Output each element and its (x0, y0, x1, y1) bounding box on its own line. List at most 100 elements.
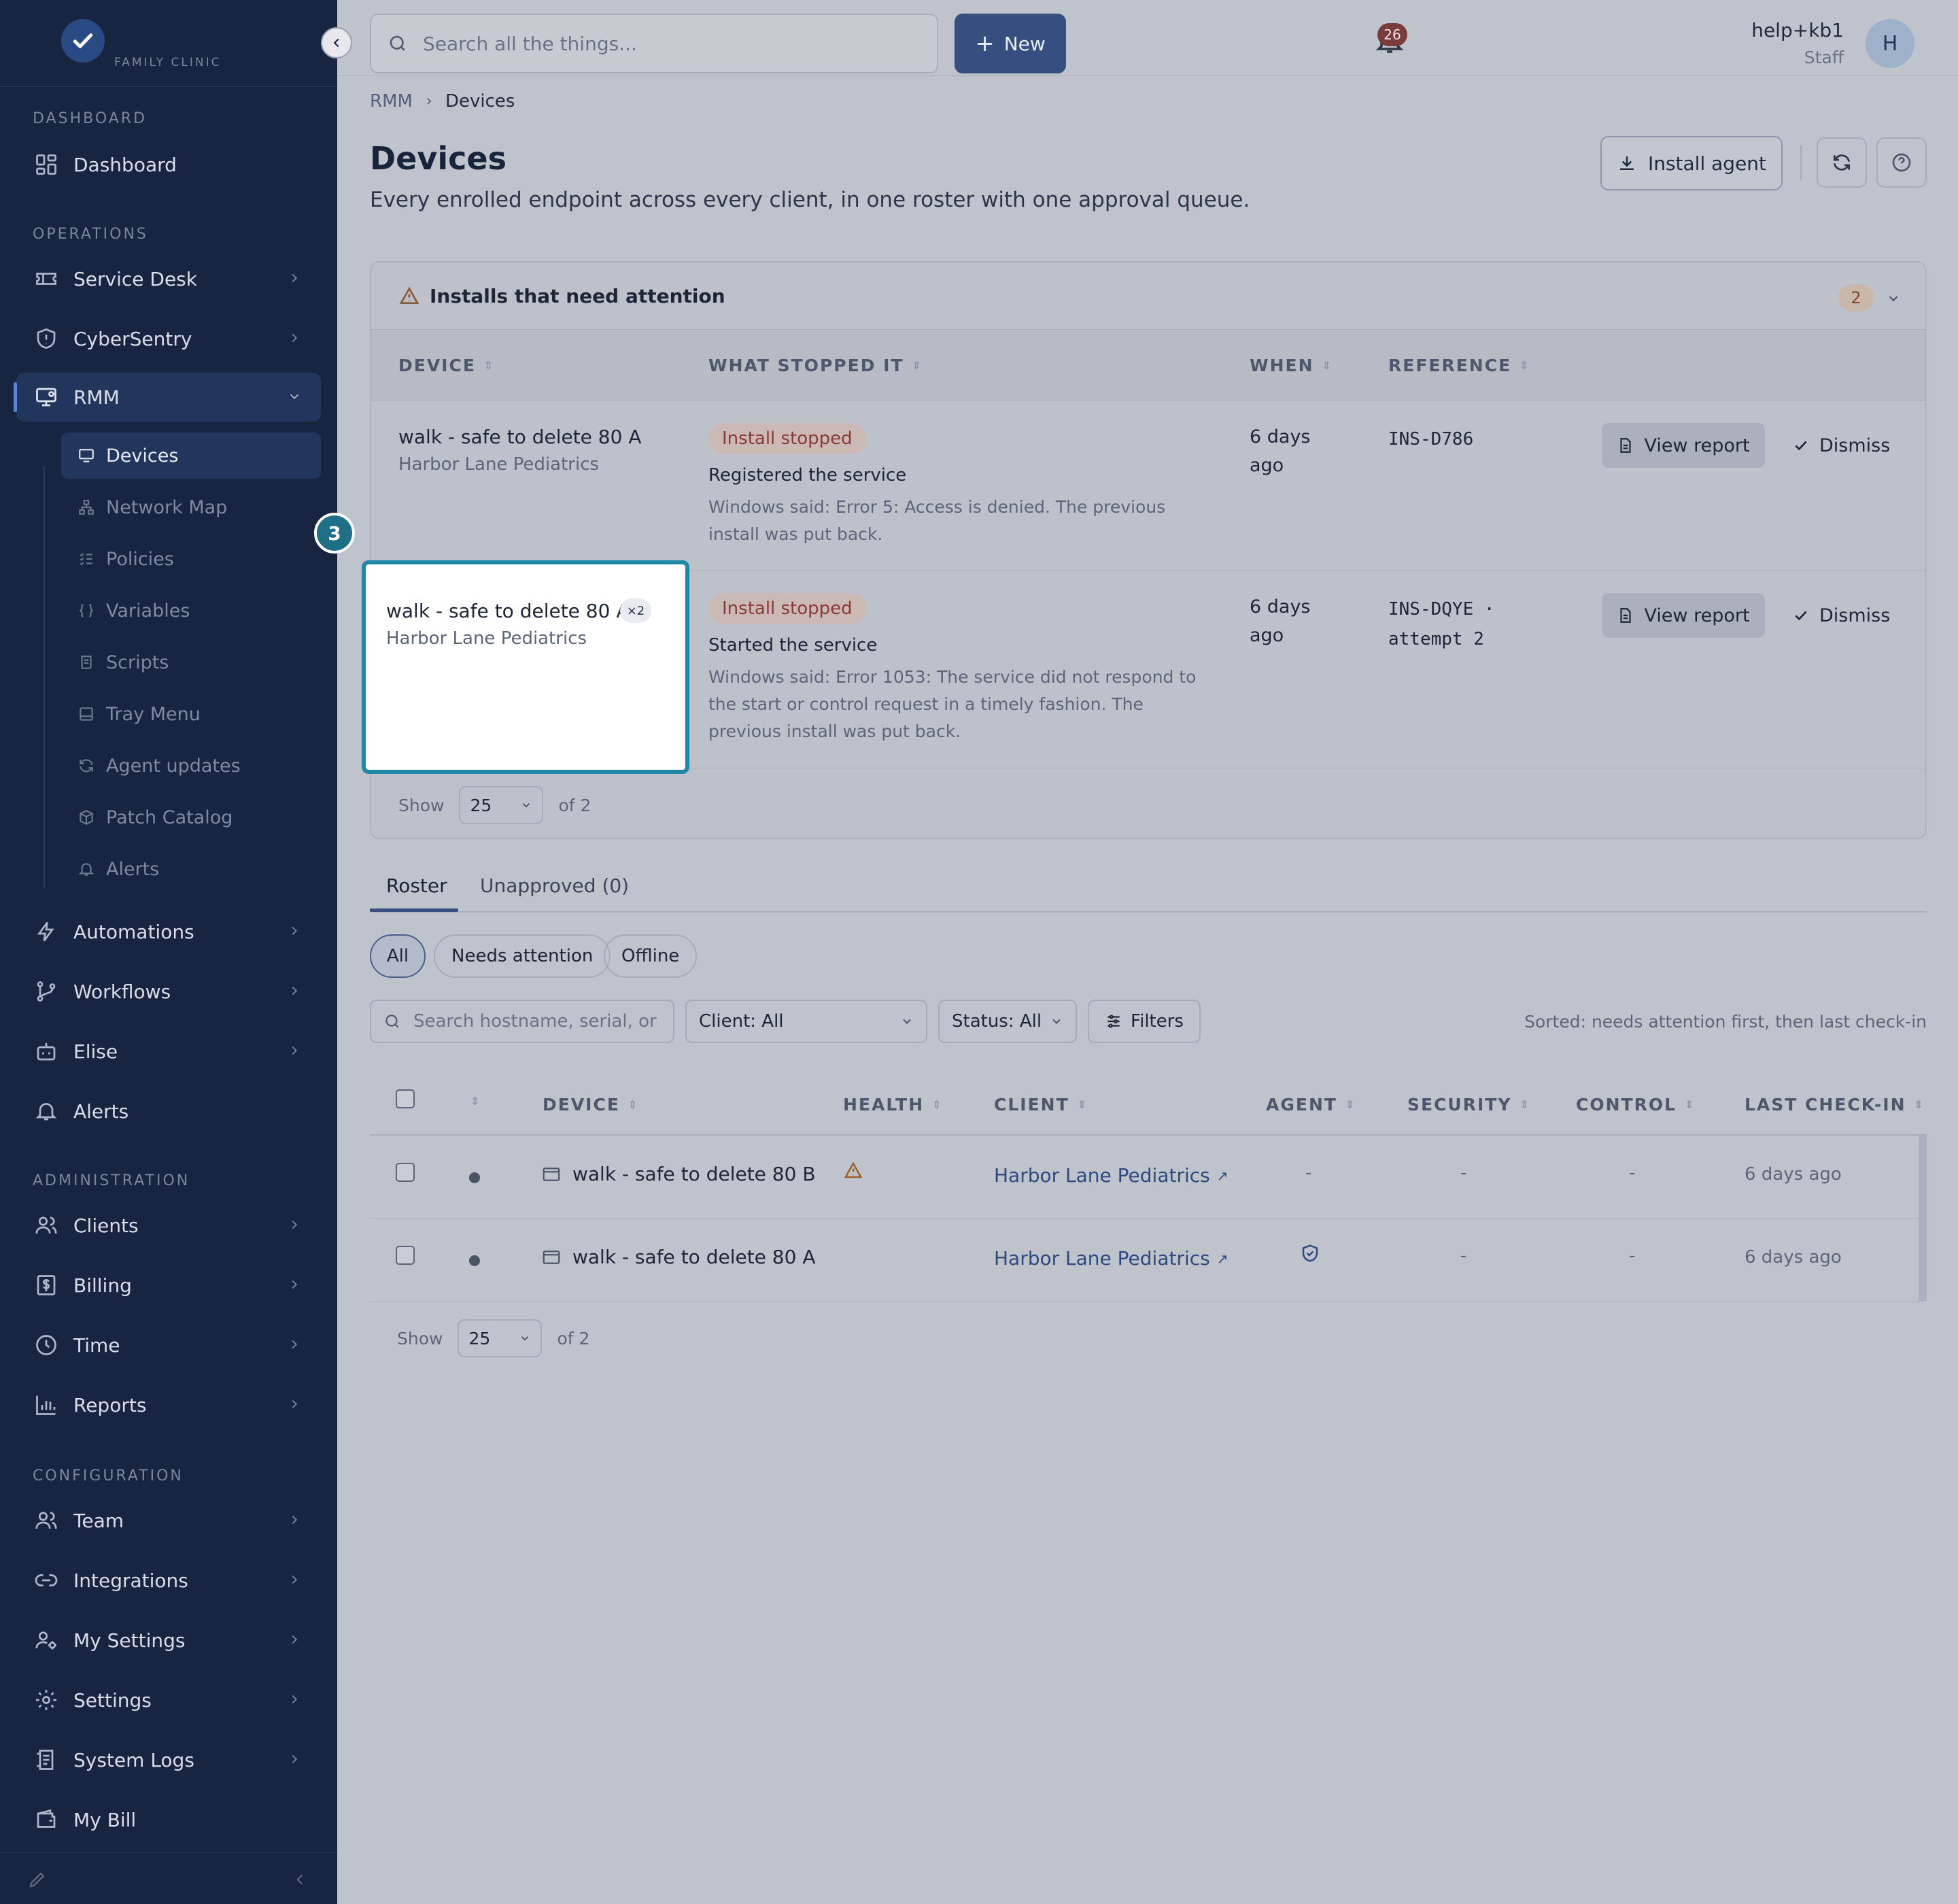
row-checkbox[interactable] (396, 1246, 415, 1265)
sidebar-item-elise[interactable]: Elise (16, 1027, 321, 1076)
view-report-button[interactable]: View report (1602, 593, 1765, 638)
sidebar-item-settings[interactable]: Settings (16, 1676, 321, 1724)
device-cell[interactable]: walk - safe to delete 80 A (541, 1246, 816, 1268)
when: 6 days ago (1250, 426, 1311, 476)
pencil-icon[interactable] (27, 1869, 48, 1890)
sidebar-subitem-scripts[interactable]: Scripts (61, 639, 321, 685)
column-header-device[interactable]: DEVICE ⇕ (398, 356, 494, 375)
sidebar-item-dashboard[interactable]: Dashboard (16, 140, 321, 189)
chevron-right-icon (292, 1220, 298, 1229)
sidebar-subitem-devices[interactable]: Devices (61, 432, 321, 479)
column-header-device[interactable]: DEVICE ⇕ (543, 1095, 638, 1115)
chevron-down-icon (903, 1019, 911, 1024)
tab-unapproved[interactable]: Unapproved (0) (480, 874, 629, 897)
column-header-last-check-in[interactable]: LAST CHECK-IN ⇕ (1745, 1095, 1925, 1115)
sidebar-subitem-label: Policies (106, 548, 174, 570)
sidebar-subitem-variables[interactable]: Variables (61, 588, 321, 634)
package-icon (76, 807, 97, 828)
highlighted-device-cell[interactable]: walk - safe to delete 80 A ×2 Harbor Lan… (362, 560, 689, 774)
brand-logo-icon[interactable] (61, 19, 105, 63)
avatar[interactable]: H (1866, 19, 1914, 68)
table-row[interactable]: walk - safe to delete 80 A Harbor Lane P… (370, 1219, 1927, 1302)
column-header-what-stopped[interactable]: WHAT STOPPED IT ⇕ (708, 356, 923, 375)
sidebar-item-billing[interactable]: Billing (16, 1261, 321, 1310)
chip-all[interactable]: All (370, 934, 426, 978)
sidebar-item-alerts[interactable]: Alerts (16, 1087, 321, 1136)
install-agent-button[interactable]: Install agent (1600, 136, 1783, 190)
chip-offline[interactable]: Offline (604, 934, 698, 978)
column-header-health[interactable]: HEALTH ⇕ (843, 1095, 943, 1115)
chevron-left-icon[interactable] (291, 1871, 309, 1888)
reference: INS-D786 (1388, 429, 1474, 449)
column-header-when[interactable]: WHEN ⇕ (1250, 356, 1333, 375)
sidebar-item-team[interactable]: Team (16, 1496, 321, 1545)
sidebar-item-service-desk[interactable]: Service Desk (16, 254, 321, 303)
sidebar-item-time[interactable]: Time (16, 1321, 321, 1370)
sidebar-item-my-bill[interactable]: My Bill (16, 1795, 321, 1844)
attention-header[interactable]: Installs that need attention (371, 262, 1925, 329)
sidebar-item-automations[interactable]: Automations (16, 907, 321, 956)
tray-icon (76, 704, 97, 724)
roster-search-input[interactable] (413, 1011, 665, 1032)
sidebar-subitem-patch-catalog[interactable]: Patch Catalog (61, 794, 321, 840)
help-button[interactable] (1876, 137, 1927, 188)
stop-step: Started the service (708, 635, 878, 656)
status-filter-select[interactable]: Status: All (938, 1000, 1077, 1043)
sidebar-subitem-alerts[interactable]: Alerts (61, 846, 321, 892)
tab-roster[interactable]: Roster (386, 874, 447, 897)
grid-icon (33, 151, 60, 178)
client-link[interactable]: Harbor Lane Pediatrics ↗ (994, 1247, 1229, 1270)
horizontal-scroll-indicator[interactable] (1919, 1136, 1927, 1302)
users-icon (33, 1507, 60, 1534)
collapse-sidebar-button[interactable] (321, 27, 352, 58)
column-header-agent[interactable]: AGENT ⇕ (1266, 1095, 1356, 1115)
page-size-select[interactable]: 25 (459, 786, 544, 824)
new-button[interactable]: + New (955, 14, 1066, 73)
device-name[interactable]: walk - safe to delete 80 A (386, 600, 630, 622)
column-header-client[interactable]: CLIENT ⇕ (994, 1095, 1088, 1115)
roster-tabs: Roster Unapproved (0) (370, 860, 1927, 913)
chip-needs-attention[interactable]: Needs attention (434, 934, 611, 978)
sidebar-item-reports[interactable]: Reports (16, 1380, 321, 1429)
page-size-select[interactable]: 25 (458, 1319, 543, 1357)
global-search[interactable] (370, 14, 938, 73)
sidebar-item-integrations[interactable]: Integrations (16, 1556, 321, 1605)
select-all-checkbox[interactable] (396, 1089, 415, 1108)
refresh-button[interactable] (1817, 137, 1867, 188)
user-name[interactable]: help+kb1 (1751, 19, 1844, 41)
column-header-security[interactable]: SECURITY ⇕ (1407, 1095, 1530, 1115)
sidebar-item-workflows[interactable]: Workflows (16, 967, 321, 1016)
document-icon (1620, 608, 1632, 623)
filters-button[interactable]: Filters (1088, 1000, 1201, 1043)
dismiss-button[interactable]: Dismiss (1792, 423, 1890, 468)
device-name[interactable]: walk - safe to delete 80 A (398, 426, 642, 448)
column-header-status[interactable]: ⇕ (470, 1095, 481, 1108)
search-icon (390, 35, 405, 51)
sidebar-item-rmm[interactable]: RMM (14, 373, 321, 422)
sidebar-item-my-settings[interactable]: My Settings (16, 1616, 321, 1665)
view-report-button[interactable]: View report (1602, 423, 1765, 468)
table-row: walk - safe to delete 80 A Harbor Lane P… (371, 401, 1925, 571)
global-search-input[interactable] (423, 32, 899, 55)
client-filter-select[interactable]: Client: All (685, 1000, 927, 1043)
column-header-reference[interactable]: REFERENCE ⇕ (1388, 356, 1530, 375)
sort-icon: ⇕ (1345, 1098, 1356, 1111)
breadcrumb-devices: Devices (445, 91, 515, 112)
table-row[interactable]: walk - safe to delete 80 B Harbor Lane P… (370, 1136, 1927, 1219)
device-cell[interactable]: walk - safe to delete 80 B (541, 1163, 816, 1185)
roster-search[interactable] (370, 1000, 674, 1043)
sidebar-subitem-network-map[interactable]: Network Map (61, 484, 321, 530)
sidebar-item-system-logs[interactable]: System Logs (16, 1735, 321, 1784)
row-checkbox[interactable] (396, 1163, 415, 1182)
chevron-down-icon[interactable] (1886, 291, 1901, 306)
client-link[interactable]: Harbor Lane Pediatrics ↗ (994, 1164, 1229, 1187)
sidebar-subitem-agent-updates[interactable]: Agent updates (61, 743, 321, 789)
dismiss-button[interactable]: Dismiss (1792, 593, 1890, 638)
breadcrumb-rmm[interactable]: RMM (370, 91, 413, 112)
sidebar-subitem-policies[interactable]: Policies (61, 536, 321, 582)
sidebar-subitem-tray-menu[interactable]: Tray Menu (61, 691, 321, 737)
sidebar-item-cybersentry[interactable]: CyberSentry (16, 314, 321, 363)
check-icon (1795, 611, 1807, 621)
column-header-control[interactable]: CONTROL ⇕ (1576, 1095, 1695, 1115)
sidebar-item-clients[interactable]: Clients (16, 1201, 321, 1250)
